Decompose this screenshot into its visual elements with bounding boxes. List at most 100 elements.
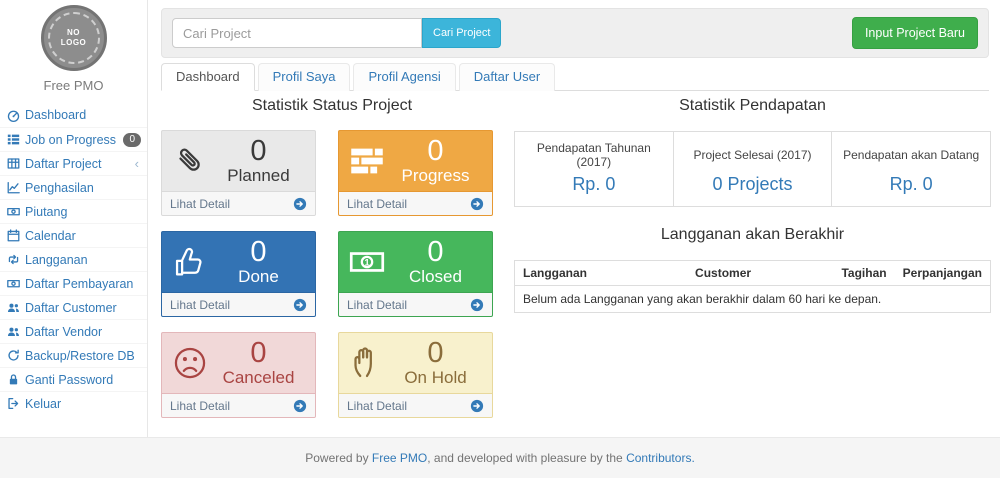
canceled-detail-link[interactable]: Lihat Detail [162, 393, 315, 417]
sidebar-item-backup-restore[interactable]: Backup/Restore DB [0, 343, 147, 367]
refresh-icon [7, 349, 20, 362]
tab-profil-agensi[interactable]: Profil Agensi [353, 63, 455, 91]
sidebar-item-langganan[interactable]: Langganan [0, 247, 147, 271]
canceled-label: Canceled [210, 369, 307, 388]
free-pmo-link[interactable]: Free PMO [372, 451, 427, 465]
sidebar-item-label: Daftar Vendor [25, 325, 141, 339]
no-logo-text: NO LOGO [48, 12, 100, 64]
tab-dashboard[interactable]: Dashboard [161, 63, 255, 91]
sidebar-item-label: Penghasilan [25, 181, 141, 195]
tab-daftar-user[interactable]: Daftar User [459, 63, 555, 91]
sidebar-item-calendar[interactable]: Calendar [0, 223, 147, 247]
card-progress-body: 0 Progress [339, 131, 492, 191]
money-icon [7, 205, 20, 218]
sidebar-item-daftar-vendor[interactable]: Daftar Vendor [0, 319, 147, 343]
card-planned-stats: 0 Planned [210, 136, 307, 185]
income-section-title: Statistik Pendapatan [514, 97, 991, 115]
sidebar-item-label: Ganti Password [25, 373, 141, 387]
sidebar-item-keluar[interactable]: Keluar [0, 391, 147, 415]
income-stat-label: Pendapatan Tahunan (2017) [515, 132, 674, 173]
sign-out-icon [7, 397, 20, 410]
column-header-tagihan: Tagihan [828, 261, 894, 286]
on-hold-detail-link[interactable]: Lihat Detail [339, 393, 492, 417]
progress-detail-link[interactable]: Lihat Detail [339, 191, 492, 215]
sidebar-item-ganti-password[interactable]: Ganti Password [0, 367, 147, 391]
planned-label: Planned [210, 167, 307, 186]
frown-icon [172, 345, 210, 381]
card-planned-body: 0 Planned [162, 131, 315, 191]
income-stat-value: Rp. 0 [515, 172, 674, 207]
sidebar-item-job-on-progress[interactable]: Job on Progress 0 [0, 127, 147, 151]
done-detail-link[interactable]: Lihat Detail [162, 292, 315, 316]
table-row: Belum ada Langganan yang akan berakhir d… [515, 286, 991, 313]
income-stat-label: Project Selesai (2017) [673, 132, 832, 173]
status-section-title: Statistik Status Project [161, 97, 503, 115]
done-label: Done [210, 268, 307, 287]
closed-detail-link[interactable]: Lihat Detail [339, 292, 492, 316]
main-content: Cari Project Input Project Baru Dashboar… [149, 0, 1000, 437]
sidebar-item-label: Langganan [25, 253, 141, 267]
lock-icon [7, 373, 20, 386]
card-done-body: 0 Done [162, 232, 315, 292]
thumbs-up-icon [172, 244, 210, 280]
tab-profil-saya[interactable]: Profil Saya [258, 63, 351, 91]
contributors-link[interactable]: Contributors. [626, 451, 695, 465]
footer-text-prefix: Powered by [305, 451, 372, 465]
income-section: Statistik Pendapatan Pendapatan Tahunan … [514, 97, 991, 313]
closed-label: Closed [387, 268, 484, 287]
card-on-hold-stats: 0 On Hold [387, 338, 484, 387]
closed-count: 0 [387, 237, 484, 267]
sidebar-item-piutang[interactable]: Piutang [0, 199, 147, 223]
sidebar-item-label: Job on Progress [25, 133, 123, 147]
free-pmo-dashboard: NO LOGO Free PMO Dashboard Job on Progre… [0, 0, 1000, 478]
status-cards: 0 Planned Lihat Detail 0 Progre [161, 130, 503, 418]
arrow-circle-right-icon [293, 399, 307, 413]
done-count: 0 [210, 237, 307, 267]
arrow-circle-right-icon [293, 298, 307, 312]
footer-text-middle: , and developed with pleasure by the [427, 451, 626, 465]
calendar-icon [7, 229, 20, 242]
planned-detail-link[interactable]: Lihat Detail [162, 191, 315, 215]
card-canceled-stats: 0 Canceled [210, 338, 307, 387]
arrow-circle-right-icon [470, 298, 484, 312]
status-section: Statistik Status Project 0 Planned Lihat… [161, 97, 503, 418]
sidebar-item-daftar-pembayaran[interactable]: Daftar Pembayaran [0, 271, 147, 295]
retweet-icon [7, 253, 20, 266]
detail-link-label: Lihat Detail [347, 197, 407, 211]
card-canceled: 0 Canceled Lihat Detail [161, 332, 316, 418]
card-done-stats: 0 Done [210, 237, 307, 286]
card-on-hold-body: 0 On Hold [339, 333, 492, 393]
income-stat-value: Rp. 0 [832, 172, 991, 207]
search-panel: Cari Project Input Project Baru [161, 8, 989, 58]
sidebar-item-daftar-customer[interactable]: Daftar Customer [0, 295, 147, 319]
sidebar-item-penghasilan[interactable]: Penghasilan [0, 175, 147, 199]
card-planned: 0 Planned Lihat Detail [161, 130, 316, 216]
detail-link-label: Lihat Detail [347, 399, 407, 413]
card-on-hold: 0 On Hold Lihat Detail [338, 332, 493, 418]
input-project-baru-button[interactable]: Input Project Baru [852, 17, 978, 49]
sidebar-item-dashboard[interactable]: Dashboard [0, 103, 147, 127]
card-progress: 0 Progress Lihat Detail [338, 130, 493, 216]
detail-link-label: Lihat Detail [170, 197, 230, 211]
sidebar-item-daftar-project[interactable]: Daftar Project ‹ [0, 151, 147, 175]
progress-label: Progress [387, 167, 484, 186]
users-icon [7, 301, 20, 314]
logo: NO LOGO Free PMO [0, 0, 147, 93]
column-header-perpanjangan: Perpanjangan [895, 261, 991, 286]
arrow-circle-right-icon [470, 197, 484, 211]
card-closed-stats: 0 Closed [387, 237, 484, 286]
on-hold-label: On Hold [387, 369, 484, 388]
search-button[interactable]: Cari Project [422, 18, 501, 48]
search-input[interactable] [172, 18, 422, 48]
users-icon [7, 325, 20, 338]
sidebar-item-label: Daftar Customer [25, 301, 141, 315]
list-icon [7, 133, 20, 146]
sidebar: NO LOGO Free PMO Dashboard Job on Progre… [0, 0, 148, 437]
hand-icon [349, 345, 387, 381]
income-stat-value: 0 Projects [673, 172, 832, 207]
sidebar-item-label: Daftar Pembayaran [25, 277, 141, 291]
detail-link-label: Lihat Detail [170, 298, 230, 312]
card-progress-stats: 0 Progress [387, 136, 484, 185]
tab-bar: Dashboard Profil Saya Profil Agensi Daft… [161, 62, 989, 91]
card-closed-body: 1 0 Closed [339, 232, 492, 292]
